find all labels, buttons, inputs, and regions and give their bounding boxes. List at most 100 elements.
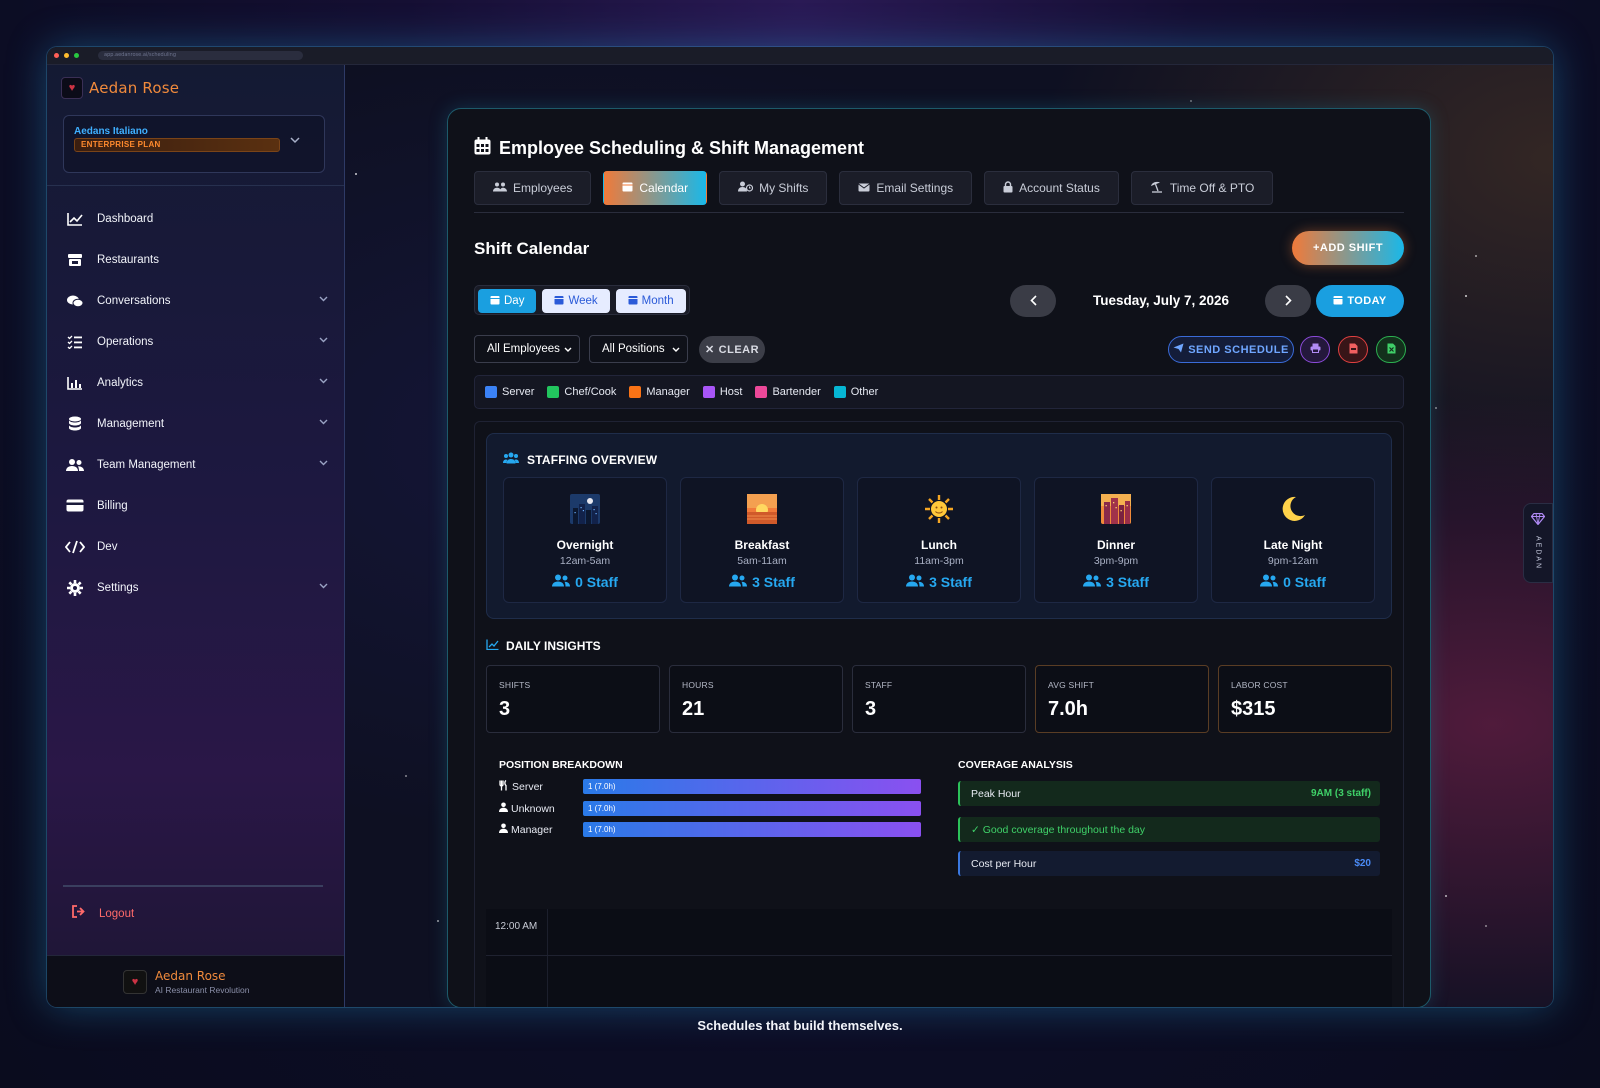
list-check-icon bbox=[65, 334, 85, 350]
export-excel-button[interactable] bbox=[1376, 336, 1406, 363]
chevron-down-icon bbox=[319, 458, 328, 469]
minimize-dot[interactable] bbox=[64, 53, 69, 58]
calendar-week-icon bbox=[554, 295, 564, 308]
hour-divider bbox=[486, 955, 1392, 956]
chevron-down-icon bbox=[319, 581, 328, 592]
calendar-month-icon bbox=[628, 295, 638, 308]
legend-swatch bbox=[485, 386, 497, 398]
chevron-down-icon bbox=[319, 335, 328, 346]
insight-card: LABOR COST $315 bbox=[1218, 665, 1392, 733]
sidebar-item-label: Management bbox=[97, 417, 165, 430]
logout-button[interactable]: Logout bbox=[71, 905, 134, 923]
shift-staff-count: 0 Staff bbox=[504, 574, 666, 590]
legend-label: Host bbox=[719, 386, 743, 398]
user-clock-icon bbox=[738, 181, 754, 195]
shift-card[interactable]: Overnight 12am-5am 0 Staff bbox=[503, 477, 667, 603]
coverage-title: COVERAGE ANALYSIS bbox=[958, 759, 1073, 771]
send-schedule-button[interactable]: SEND SCHEDULE bbox=[1168, 336, 1294, 363]
view-label: Month bbox=[641, 295, 674, 307]
sidebar-item-operations[interactable]: Operations bbox=[47, 321, 344, 362]
sidebar-item-management[interactable]: Management bbox=[47, 403, 344, 444]
tab-time-off[interactable]: Time Off & PTO bbox=[1130, 171, 1274, 205]
cost-per-hour-value: $20 bbox=[1354, 858, 1371, 869]
prev-date-button[interactable] bbox=[1010, 285, 1056, 317]
maximize-dot[interactable] bbox=[74, 53, 79, 58]
chart-line-icon bbox=[486, 639, 499, 653]
sidebar-nav: Dashboard Restaurants Conversations Oper… bbox=[47, 198, 344, 608]
sidebar-item-settings[interactable]: Settings bbox=[47, 567, 344, 608]
footer-brand-name: Aedan Rose bbox=[155, 968, 226, 983]
page-title-text: Employee Scheduling & Shift Management bbox=[499, 138, 865, 158]
tab-email-settings[interactable]: Email Settings bbox=[839, 171, 973, 205]
insight-value: 3 bbox=[865, 698, 877, 720]
shift-card[interactable]: Late Night 9pm-12am 0 Staff bbox=[1211, 477, 1375, 603]
shift-card[interactable]: Lunch 11am-3pm 3 Staff bbox=[857, 477, 1021, 603]
insights-heading: DAILY INSIGHTS bbox=[486, 639, 601, 653]
code-icon bbox=[65, 539, 85, 555]
day-timeline: 12:00 AM bbox=[486, 909, 1392, 1007]
brand[interactable]: ♥ Aedan Rose bbox=[61, 77, 179, 99]
users-icon bbox=[1260, 574, 1279, 590]
export-pdf-button[interactable] bbox=[1338, 336, 1368, 363]
print-button[interactable] bbox=[1300, 336, 1330, 363]
users-icon bbox=[906, 574, 925, 590]
footer-tagline: AI Restaurant Revolution bbox=[155, 984, 250, 995]
legend-label: Chef/Cook bbox=[564, 386, 617, 398]
legend-swatch bbox=[833, 386, 846, 398]
next-date-button[interactable] bbox=[1265, 285, 1311, 317]
tab-my-shifts[interactable]: My Shifts bbox=[719, 171, 828, 205]
legend-label: Manager bbox=[646, 386, 690, 398]
employee-filter-select[interactable]: All Employees bbox=[474, 335, 580, 363]
users-icon bbox=[65, 457, 85, 473]
tab-employees[interactable]: Employees bbox=[474, 171, 592, 205]
chevron-down-icon[interactable] bbox=[290, 136, 300, 147]
view-month-button[interactable]: Month bbox=[615, 289, 686, 313]
position-filter-select[interactable]: All Positions bbox=[589, 335, 688, 363]
insight-value: 3 bbox=[499, 698, 511, 720]
calendar-icon bbox=[1333, 295, 1343, 308]
users-icon bbox=[1083, 574, 1102, 590]
sidebar-item-team-management[interactable]: Team Management bbox=[47, 444, 344, 485]
shift-name: Dinner bbox=[1096, 538, 1135, 552]
add-shift-button[interactable]: + ADD SHIFT bbox=[1292, 231, 1404, 265]
sidebar-item-analytics[interactable]: Analytics bbox=[47, 362, 344, 403]
view-day-button[interactable]: Day bbox=[478, 289, 537, 313]
sidebar-item-dashboard[interactable]: Dashboard bbox=[47, 198, 344, 239]
shift-staff-count: 3 Staff bbox=[681, 574, 843, 590]
sidebar-item-label: Settings bbox=[97, 581, 139, 594]
view-week-button[interactable]: Week bbox=[542, 289, 610, 313]
url-bar[interactable]: app.aedanrose.ai/scheduling bbox=[98, 51, 303, 60]
position-legend: Server Chef/Cook Manager Host Bartender Other bbox=[474, 375, 1404, 409]
shift-time: 12am-5am bbox=[559, 555, 611, 567]
sidebar-item-billing[interactable]: Billing bbox=[47, 485, 344, 526]
close-dot[interactable] bbox=[54, 53, 59, 58]
shift-card[interactable]: Dinner 3pm-9pm 3 Staff bbox=[1034, 477, 1198, 603]
shift-card[interactable]: Breakfast 5am-11am 3 Staff bbox=[680, 477, 844, 603]
sidebar-item-dev[interactable]: Dev bbox=[47, 526, 344, 567]
position-bar-track: 1 (7.0h) bbox=[583, 801, 921, 816]
legend-swatch bbox=[702, 386, 715, 398]
night-city-icon bbox=[570, 494, 600, 524]
clear-label: CLEAR bbox=[718, 343, 760, 356]
sidebar-item-restaurants[interactable]: Restaurants bbox=[47, 239, 344, 280]
clear-filters-button[interactable]: ✕ CLEAR bbox=[699, 336, 765, 363]
tab-label: Calendar bbox=[639, 181, 689, 195]
database-icon bbox=[65, 416, 85, 432]
tab-calendar[interactable]: Calendar bbox=[603, 171, 708, 205]
users-icon bbox=[729, 574, 748, 590]
today-button[interactable]: TODAY bbox=[1316, 285, 1404, 317]
time-label: 12:00 AM bbox=[495, 921, 538, 932]
org-switcher[interactable]: Aedans Italiano ENTERPRISE PLAN bbox=[63, 115, 325, 173]
tab-account-status[interactable]: Account Status bbox=[984, 171, 1119, 205]
coverage-status-row: ✓ Good coverage throughout the day bbox=[958, 817, 1380, 842]
shift-name: Overnight bbox=[556, 538, 614, 552]
shift-name: Lunch bbox=[921, 538, 957, 552]
position-row: Server 1 (7.0h) bbox=[499, 779, 921, 794]
sidebar-item-conversations[interactable]: Conversations bbox=[47, 280, 344, 321]
tab-label: Account Status bbox=[1019, 181, 1100, 195]
aedan-assistant-tab[interactable]: AEDAN bbox=[1523, 503, 1553, 583]
send-schedule-label: SEND SCHEDULE bbox=[1188, 343, 1289, 356]
position-bar-fill: 1 (7.0h) bbox=[583, 779, 921, 794]
shift-name: Breakfast bbox=[734, 538, 790, 552]
sunrise-icon bbox=[747, 494, 777, 524]
